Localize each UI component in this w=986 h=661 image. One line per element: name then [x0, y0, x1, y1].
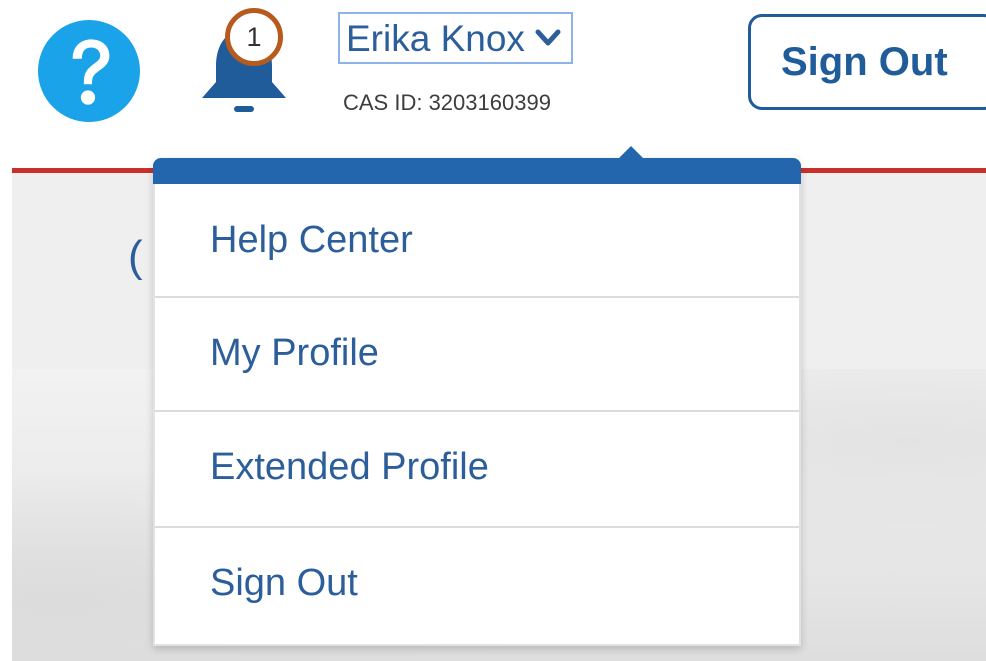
- menu-item-help-center[interactable]: Help Center: [155, 184, 799, 296]
- menu-item-my-profile[interactable]: My Profile: [155, 296, 799, 408]
- sign-out-button[interactable]: Sign Out: [748, 14, 986, 110]
- user-dropdown-menu: Help Center My Profile Extended Profile …: [153, 146, 801, 646]
- cas-id-label: CAS ID: 3203160399: [343, 90, 551, 115]
- menu-header-bar: [153, 158, 801, 184]
- user-name: Erika Knox: [346, 17, 525, 59]
- user-menu-toggle[interactable]: Erika Knox: [338, 12, 573, 64]
- notification-count-badge[interactable]: 1: [225, 8, 283, 66]
- obscured-heading-fragment: (: [128, 232, 143, 281]
- help-circle-icon[interactable]: [38, 20, 140, 122]
- chevron-down-icon: [535, 29, 561, 46]
- menu-item-extended-profile[interactable]: Extended Profile: [155, 410, 799, 522]
- top-header: 1 Erika Knox CAS ID: 3203160399 Sign Out: [0, 0, 986, 168]
- menu-item-sign-out[interactable]: Sign Out: [155, 526, 799, 638]
